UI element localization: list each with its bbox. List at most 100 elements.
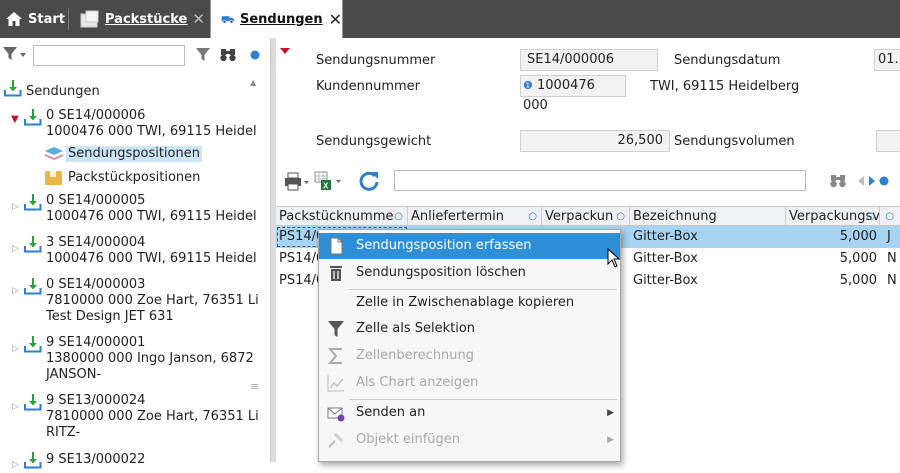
download-green-icon — [24, 394, 42, 411]
cell-bezeichnung[interactable]: Gitter-Box — [630, 248, 786, 270]
sort-icon[interactable]: ○ — [616, 207, 625, 226]
sort-icon[interactable]: ○ — [885, 207, 894, 226]
cell-bezeichnung[interactable]: Gitter-Box — [630, 270, 786, 292]
scroll-grip-icon[interactable]: ≡ — [250, 380, 259, 393]
collapsed-arrow-icon[interactable]: ▷ — [12, 341, 19, 357]
tree-node-line3: Test Design JET 631 — [46, 309, 174, 324]
menu-item-sendungsposition-erfassen[interactable]: Sendungsposition erfassen — [319, 233, 620, 259]
download-green-icon — [24, 194, 42, 211]
tree-node-line1: 0 SE14/000006 — [46, 108, 146, 123]
tab-separator — [68, 8, 69, 30]
tab-start[interactable]: Start — [0, 0, 68, 38]
column-header-anliefertermin[interactable]: Anliefertermin ○ — [408, 207, 542, 226]
collapsed-arrow-icon[interactable]: ▷ — [12, 241, 19, 257]
tab-sendungen-label: Sendungen — [239, 11, 323, 27]
menu-item-sendungsposition-loeschen[interactable]: Sendungsposition löschen — [319, 260, 620, 286]
column-header-bezeichnung[interactable]: Bezeichnung — [630, 207, 786, 226]
navigation-panel: ▲ ≡ Sendungen ▼ 0 SE14/000006 1000476 00… — [0, 38, 270, 470]
tree-node-line2: 1000476 000 TWI, 69115 Heidel — [46, 124, 257, 139]
download-green-icon — [24, 236, 42, 253]
tab-packstuecke-label: Packstücke — [105, 11, 188, 27]
excel-export-icon[interactable]: X — [314, 171, 344, 193]
close-icon[interactable]: ✕ — [192, 10, 205, 28]
tree-node-line3: RITZ- — [46, 425, 81, 440]
menu-item-objekt-einfuegen: Objekt einfügen ▶ — [319, 427, 620, 453]
print-icon[interactable] — [284, 172, 310, 192]
binoculars-icon[interactable] — [830, 173, 846, 188]
tree-node-line2: 7810000 000 Zoe Hart, 76351 Li — [46, 409, 259, 424]
collapsed-arrow-icon[interactable]: ▷ — [12, 457, 19, 473]
column-header-verpackungsvolumen[interactable]: Verpackungsv ○ — [786, 207, 880, 226]
sigma-icon — [327, 348, 342, 364]
menu-item-label: Zelle als Selektion — [356, 321, 476, 336]
cell-bezeichnung[interactable]: Gitter-Box — [630, 226, 786, 248]
filter-dropdown-icon[interactable] — [2, 46, 28, 62]
menu-item-label: Zelle in Zwischenablage kopieren — [356, 295, 575, 310]
nav-prev-icon[interactable] — [857, 176, 865, 186]
pin-icon — [328, 433, 343, 448]
sendungsvolumen-field[interactable] — [876, 130, 900, 152]
sort-icon[interactable]: ○ — [866, 207, 875, 226]
tab-packstuecke[interactable]: Packstücke ✕ — [76, 0, 209, 38]
column-header-label: Anliefertermin — [411, 209, 504, 224]
new-document-icon — [330, 237, 343, 255]
collapsed-arrow-icon[interactable]: ▷ — [12, 399, 19, 415]
context-menu: Sendungsposition erfassen Sendungspositi… — [318, 229, 621, 462]
send-envelope-icon — [327, 407, 345, 422]
tree-filter-input[interactable] — [33, 45, 185, 66]
column-header-label: Packstücknumme — [279, 209, 394, 224]
tree-toolbar — [0, 42, 270, 68]
package-icon — [80, 10, 99, 28]
column-header-verpackung[interactable]: Verpackun ○ — [542, 207, 630, 226]
expand-arrow-icon[interactable]: ▼ — [11, 112, 19, 128]
collapsed-arrow-icon[interactable]: ▷ — [12, 283, 19, 299]
menu-item-zelle-kopieren[interactable]: Zelle in Zwischenablage kopieren — [319, 290, 620, 316]
home-icon — [6, 12, 22, 26]
tree-node-line1: 0 SE14/000003 — [46, 277, 146, 292]
cell-verpackungsv[interactable]: 5,000 — [786, 270, 880, 292]
sort-icon[interactable]: ○ — [394, 207, 403, 226]
tab-start-label: Start — [28, 11, 65, 27]
menu-item-zelle-als-selektion[interactable]: Zelle als Selektion — [319, 316, 620, 342]
kundennummer-field[interactable]: ❶ 1000476 000 — [520, 75, 626, 113]
sendungsgewicht-field[interactable]: 26,500 — [520, 130, 670, 152]
binoculars-icon[interactable] — [220, 47, 236, 62]
sort-icon[interactable]: ○ — [528, 207, 537, 226]
cell-verpackungsv[interactable]: 5,000 — [786, 226, 880, 248]
cell-flag[interactable]: J — [884, 226, 900, 248]
cell-flag[interactable]: N — [884, 248, 900, 270]
column-header-packstuecknummer[interactable]: Packstücknumme ○ — [276, 207, 408, 226]
download-green-icon — [24, 452, 42, 469]
cell-flag[interactable]: N — [884, 270, 900, 292]
menu-item-label: Als Chart anzeigen — [356, 375, 479, 390]
cell-verpackungsv[interactable]: 5,000 — [786, 248, 880, 270]
box-icon — [45, 171, 62, 185]
tree-node-line2: 1000476 000 TWI, 69115 Heidel — [46, 251, 257, 266]
sendungsdatum-field[interactable]: 01. — [874, 49, 900, 71]
scroll-up-icon[interactable]: ▲ — [250, 78, 256, 87]
sendungsvolumen-label: Sendungsvolumen — [674, 134, 795, 149]
sendungsnummer-field[interactable]: SE14/000006 — [520, 49, 658, 71]
tab-sendungen[interactable]: Sendungen ✕ — [210, 0, 343, 38]
menu-item-senden-an[interactable]: Senden an ▶ — [319, 400, 620, 426]
collapse-arrow-icon[interactable] — [280, 48, 290, 54]
menu-item-label: Objekt einfügen — [356, 432, 461, 447]
chart-icon — [327, 375, 344, 392]
filter-icon[interactable] — [196, 48, 210, 62]
column-header-flag[interactable]: ○ — [880, 207, 900, 226]
column-header-label: Bezeichnung — [633, 209, 717, 224]
info-icon[interactable]: ❶ — [523, 79, 533, 92]
sendungsgewicht-label: Sendungsgewicht — [316, 134, 432, 149]
collapsed-arrow-icon[interactable]: ▷ — [12, 199, 19, 215]
refresh-icon[interactable] — [358, 170, 380, 192]
close-icon[interactable]: ✕ — [329, 10, 342, 29]
tree-node-line2: 1000476 000 TWI, 69115 Heidel — [46, 209, 257, 224]
tree-child-label: Sendungspositionen — [66, 146, 202, 162]
download-green-icon — [24, 336, 42, 353]
grid-header: Packstücknumme ○ Anliefertermin ○ Verpacku… — [276, 206, 900, 226]
tree-root-label: Sendungen — [26, 84, 100, 99]
grid-search-input[interactable] — [394, 170, 806, 191]
nav-next-icon[interactable] — [868, 176, 876, 186]
filter-icon — [328, 321, 344, 337]
menu-item-zellenberechnung: Zellenberechnung — [319, 343, 620, 369]
